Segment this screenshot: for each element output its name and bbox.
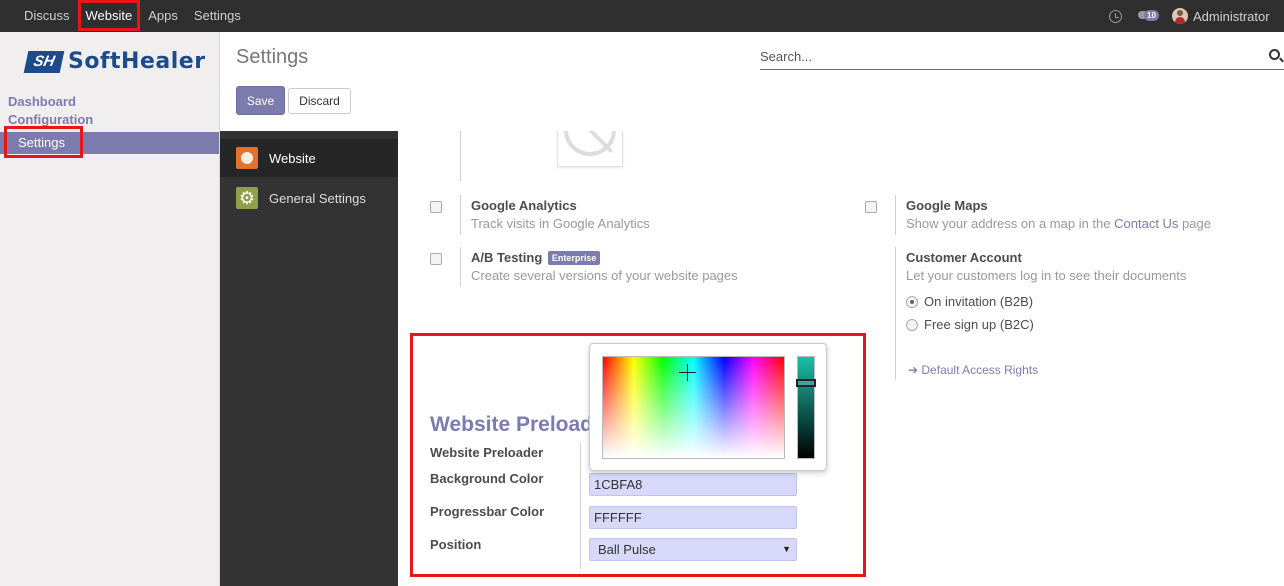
- google-maps-title: Google Maps: [906, 198, 988, 213]
- caret-down-icon: ▼: [782, 544, 791, 554]
- menu-item-apps[interactable]: Apps: [140, 0, 186, 32]
- search-input[interactable]: [760, 44, 1260, 68]
- google-analytics-checkbox[interactable]: [430, 201, 442, 213]
- divider: [460, 247, 461, 287]
- google-maps-desc-suffix: page: [1178, 216, 1211, 231]
- save-button[interactable]: Save: [236, 86, 285, 115]
- logo-mark: SH: [23, 50, 65, 73]
- free-signup-radio[interactable]: [906, 319, 918, 331]
- free-signup-label[interactable]: Free sign up (B2C): [924, 317, 1034, 332]
- gear-icon: ⚙: [236, 187, 258, 209]
- app-item-label: General Settings: [269, 190, 366, 206]
- divider: [895, 195, 896, 235]
- hue-slider[interactable]: [796, 356, 816, 459]
- sidebar: SH SoftHealer Dashboard Configuration Se…: [0, 32, 220, 586]
- default-access-rights-label: Default Access Rights: [921, 363, 1039, 377]
- crosshair-icon[interactable]: [679, 364, 696, 381]
- top-navbar: Discuss Website Apps Settings 10 Adminis…: [0, 0, 1284, 32]
- ab-testing-description: Create several versions of your website …: [471, 268, 738, 283]
- google-analytics-description: Track visits in Google Analytics: [471, 216, 650, 231]
- on-invitation-label[interactable]: On invitation (B2B): [924, 294, 1033, 309]
- globe-icon: [236, 147, 258, 169]
- page-title: Settings: [236, 46, 309, 68]
- google-maps-checkbox[interactable]: [865, 201, 877, 213]
- google-maps-description: Show your address on a map in the Contac…: [906, 216, 1211, 231]
- google-analytics-title: Google Analytics: [471, 198, 577, 213]
- preloader-section-heading: Website Preloader: [430, 413, 613, 436]
- clock-icon[interactable]: [1109, 9, 1122, 23]
- website-preloader-label: Website Preloader: [430, 445, 544, 460]
- user-menu[interactable]: Administrator: [1193, 9, 1284, 24]
- ab-testing-label: A/B Testing: [471, 250, 543, 265]
- divider: [580, 443, 581, 569]
- app-item-label: Website: [269, 150, 316, 166]
- position-label: Position: [430, 537, 482, 552]
- ab-testing-title: A/B Testing Enterprise: [471, 250, 601, 265]
- discard-button[interactable]: Discard: [288, 88, 351, 114]
- divider: [895, 247, 896, 380]
- saturation-gradient[interactable]: [602, 356, 785, 459]
- position-selected-value: Ball Pulse: [598, 542, 656, 557]
- main-menu: Discuss Website Apps Settings: [16, 0, 249, 32]
- topbar-systray: 10 Administrator: [1109, 0, 1284, 32]
- chat-icon[interactable]: 10: [1138, 8, 1162, 24]
- softhealer-logo[interactable]: SH SoftHealer: [23, 49, 206, 74]
- settings-app-list: Website ⚙ General Settings: [220, 131, 398, 586]
- menu-item-website[interactable]: Website: [78, 0, 141, 32]
- divider: [460, 131, 461, 181]
- divider: [460, 195, 461, 235]
- progressbar-color-label: Progressbar Color: [430, 504, 545, 519]
- app-item-general-settings[interactable]: ⚙ General Settings: [220, 179, 398, 217]
- google-maps-desc-prefix: Show your address on a map in the: [906, 216, 1115, 231]
- sidebar-item-settings[interactable]: Settings: [0, 132, 219, 154]
- search-bar: [760, 44, 1284, 70]
- enterprise-badge: Enterprise: [547, 251, 601, 265]
- sidebar-item-dashboard[interactable]: Dashboard: [8, 94, 76, 109]
- hue-slider-handle[interactable]: [796, 379, 816, 387]
- color-picker-popup: [589, 343, 827, 471]
- menu-item-settings[interactable]: Settings: [186, 0, 249, 32]
- customer-account-title: Customer Account: [906, 250, 1022, 265]
- progressbar-color-input[interactable]: [589, 506, 797, 529]
- ab-testing-checkbox[interactable]: [430, 253, 442, 265]
- app-item-website[interactable]: Website: [220, 139, 398, 177]
- contact-us-link[interactable]: Contact Us: [1114, 216, 1178, 231]
- background-color-input[interactable]: [589, 473, 797, 496]
- no-image-placeholder-icon: [557, 131, 623, 167]
- settings-content[interactable]: Google Analytics Track visits in Google …: [398, 131, 1284, 586]
- menu-item-discuss[interactable]: Discuss: [16, 0, 78, 32]
- default-access-rights-link[interactable]: ➔ Default Access Rights: [908, 363, 1038, 377]
- message-count-badge: 10: [1144, 10, 1159, 21]
- on-invitation-radio[interactable]: [906, 296, 918, 308]
- logo-text: SoftHealer: [68, 49, 206, 74]
- position-select[interactable]: Ball Pulse ▼: [589, 538, 797, 561]
- customer-account-description: Let your customers log in to see their d…: [906, 268, 1187, 283]
- avatar[interactable]: [1172, 8, 1188, 24]
- search-icon[interactable]: [1269, 49, 1280, 60]
- background-color-label: Background Color: [430, 471, 544, 486]
- sidebar-item-configuration[interactable]: Configuration: [8, 112, 93, 127]
